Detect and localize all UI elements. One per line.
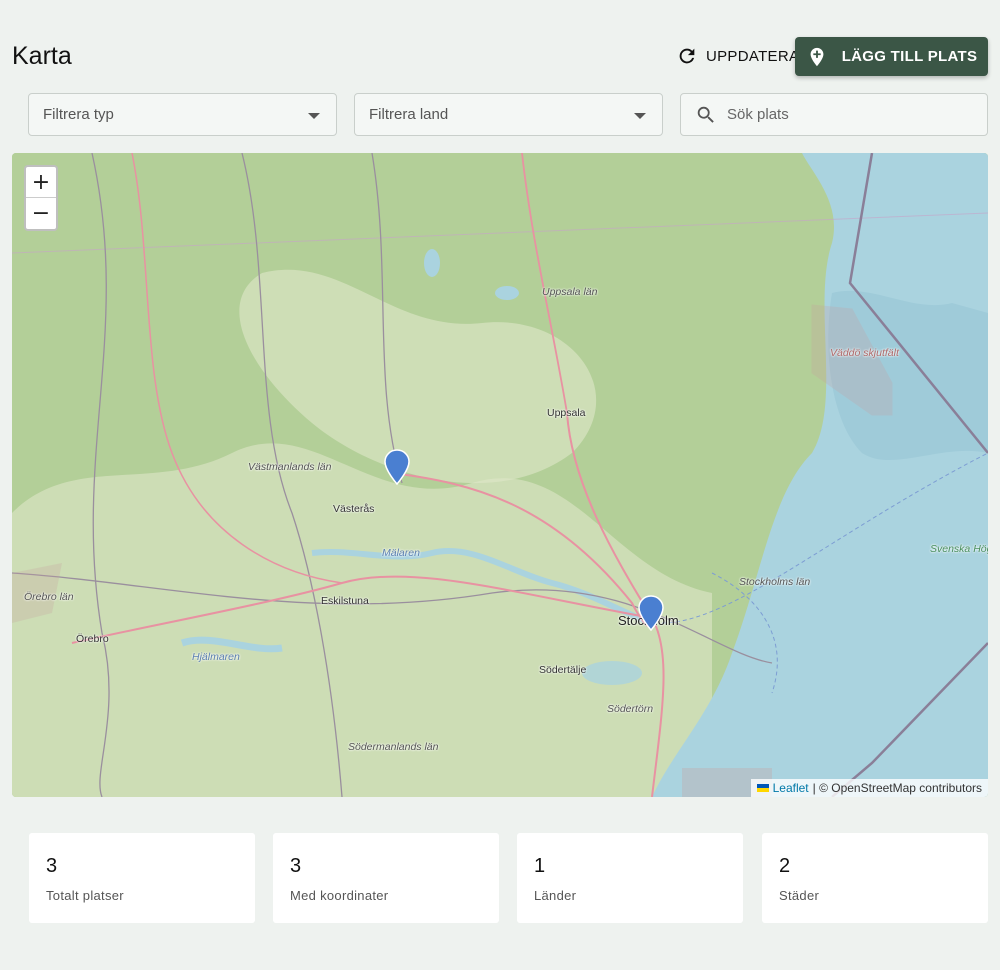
map-attribution: Leaflet | © OpenStreetMap contributors xyxy=(750,779,988,797)
refresh-label: UPPDATERA xyxy=(706,47,800,65)
stat-value: 3 xyxy=(46,855,58,877)
stats-row: 3 Totalt platser 3 Med koordinater 1 Län… xyxy=(29,833,988,923)
zoom-out-button[interactable]: − xyxy=(26,198,56,229)
map-marker-icon[interactable] xyxy=(638,595,664,631)
stat-label: Städer xyxy=(779,888,820,903)
add-place-label: LÄGG TILL PLATS xyxy=(841,48,978,65)
map-label-sodertalje: Södertälje xyxy=(539,664,587,676)
map-view[interactable]: Uppsala län Uppsala Västmanlands län Väs… xyxy=(12,153,988,797)
map-label-malaren: Mälaren xyxy=(382,547,420,559)
map-label-uppsala: Uppsala xyxy=(547,407,586,419)
type-filter-placeholder: Filtrera typ xyxy=(43,106,114,123)
add-place-button[interactable]: LÄGG TILL PLATS xyxy=(795,37,988,76)
map-label-vasteras: Västerås xyxy=(333,503,375,515)
country-filter-placeholder: Filtrera land xyxy=(369,106,449,123)
map-label-stockholms-lan: Stockholms län xyxy=(739,576,811,588)
stat-card-countries: 1 Länder xyxy=(517,833,743,923)
page-header: Karta UPPDATERA LÄGG TILL PLATS xyxy=(12,36,988,76)
stat-value: 3 xyxy=(290,855,302,877)
zoom-control: + − xyxy=(24,165,58,231)
add-location-icon xyxy=(810,47,824,66)
map-label-hjalmaren: Hjälmaren xyxy=(192,651,240,663)
ukraine-flag-icon xyxy=(756,784,769,792)
attribution-text: | © OpenStreetMap contributors xyxy=(812,781,982,795)
search-input[interactable] xyxy=(727,106,967,123)
stat-value: 1 xyxy=(534,855,546,877)
chevron-down-icon xyxy=(634,113,646,119)
stat-card-cities: 2 Städer xyxy=(762,833,988,923)
map-label-orebro-lan: Örebro län xyxy=(24,591,74,603)
stat-label: Totalt platser xyxy=(46,888,124,903)
stat-card-total: 3 Totalt platser xyxy=(29,833,255,923)
map-label-uppsala-lan: Uppsala län xyxy=(542,286,598,298)
map-label-orebro: Örebro xyxy=(76,633,109,645)
stat-label: Länder xyxy=(534,888,577,903)
stat-card-with-coordinates: 3 Med koordinater xyxy=(273,833,499,923)
chevron-down-icon xyxy=(308,113,320,119)
type-filter-select[interactable]: Filtrera typ xyxy=(28,93,337,136)
map-label-vaddo: Väddö skjutfält xyxy=(830,347,899,359)
refresh-icon xyxy=(679,48,695,64)
search-icon xyxy=(697,106,714,123)
leaflet-link[interactable]: Leaflet xyxy=(773,781,809,795)
map-tiles xyxy=(12,153,988,797)
map-label-eskilstuna: Eskilstuna xyxy=(321,595,369,607)
map-label-sodertorn: Södertörn xyxy=(607,703,654,715)
map-marker-icon[interactable] xyxy=(384,449,410,485)
stat-label: Med koordinater xyxy=(290,888,389,903)
search-field xyxy=(680,93,988,136)
map-label-vastmanlands-lan: Västmanlands län xyxy=(248,461,332,473)
map-label-svenska-hogarna: Svenska Högarna xyxy=(930,543,988,555)
stat-value: 2 xyxy=(779,855,791,877)
filter-bar: Filtrera typ Filtrera land xyxy=(28,93,988,136)
country-filter-select[interactable]: Filtrera land xyxy=(354,93,663,136)
refresh-button[interactable]: UPPDATERA xyxy=(676,42,799,70)
page-title: Karta xyxy=(12,42,72,70)
zoom-in-button[interactable]: + xyxy=(26,167,56,198)
map-label-sodermanlands-lan: Södermanlands län xyxy=(348,741,439,753)
